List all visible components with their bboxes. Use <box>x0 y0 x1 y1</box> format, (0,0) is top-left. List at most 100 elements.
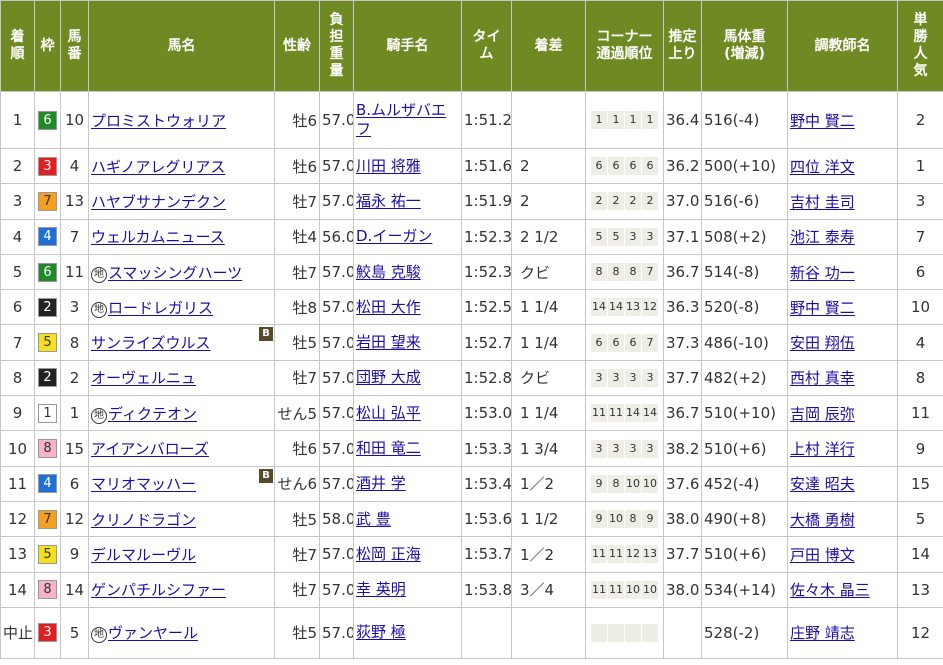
horse-name-link[interactable]: ゲンパチルシファー <box>91 581 226 599</box>
horse-name-link[interactable]: ハヤブサナンデクン <box>91 193 226 211</box>
horse-name-link[interactable]: スマッシングハーツ <box>108 264 242 282</box>
trainer-link[interactable]: 野中 賢二 <box>790 299 855 317</box>
corner-cell: 3333 <box>585 430 664 467</box>
margin-cell: 1／2 <box>511 536 586 573</box>
horse-name-cell: 地スマッシングハーツ <box>88 253 275 291</box>
trainer-link[interactable]: 四位 洋文 <box>790 158 855 176</box>
horse-name-cell: オーヴェルニュ <box>88 359 275 397</box>
frame-cell: 1 <box>34 395 61 432</box>
race-time: 1:53.6 <box>464 510 512 529</box>
trainer-link[interactable]: 庄野 靖志 <box>790 624 855 642</box>
jockey-link[interactable]: 川田 将雅 <box>356 157 421 175</box>
time-cell: 1:53.7 <box>461 536 512 573</box>
horse-name-link[interactable]: ヴァンヤール <box>108 624 198 642</box>
trainer-link[interactable]: 上村 洋行 <box>790 440 855 458</box>
trainer-cell: 戸田 博文 <box>787 536 898 573</box>
horse-name-link[interactable]: サンライズウルス <box>91 334 211 352</box>
trainer-link[interactable]: 西村 真幸 <box>790 369 855 387</box>
trainer-link[interactable]: 池江 泰寿 <box>790 228 855 246</box>
horse-name-cell: アイアンバローズ <box>88 430 275 467</box>
body-weight: 490(+8) <box>704 510 767 529</box>
table-row: 10 8 15 アイアンバローズ 牡6 57.0 和田 竜二 1:53.3 1 3/4 3 3 3 3 3… <box>0 430 943 467</box>
trainer-link[interactable]: 吉岡 辰弥 <box>790 405 855 423</box>
rank-value: 11 <box>7 474 28 493</box>
corner-positions: 5533 <box>588 227 661 246</box>
margin-cell: 1 1/4 <box>511 324 586 361</box>
jockey-link[interactable]: 鮫島 克駿 <box>356 263 421 281</box>
bodyweight-cell: 534(+14) <box>701 571 788 608</box>
horse-name-link[interactable]: ロードレガリス <box>108 299 213 317</box>
corner-position: 11 <box>591 545 607 564</box>
rank-cell: 9 <box>0 395 35 432</box>
corner-position: 3 <box>591 439 607 458</box>
trainer-link[interactable]: 吉村 圭司 <box>790 193 855 211</box>
jockey-link[interactable]: 酒井 学 <box>356 474 406 492</box>
table-row: 1 6 10 プロミストウォリア 牡6 57.0 B.ムルザバエフ 1:51.2 1 1 1 1 36.… <box>0 91 943 149</box>
trainer-link[interactable]: 安達 昭夫 <box>790 475 855 493</box>
trainer-link[interactable]: 新谷 功一 <box>790 264 855 282</box>
carried-weight: 57.0 <box>322 404 354 423</box>
jockey-link[interactable]: 松山 弘平 <box>356 404 421 422</box>
horse-name-link[interactable]: マリオマッハー <box>91 475 196 493</box>
sex-age: 牡7 <box>292 263 317 282</box>
jockey-link[interactable]: 松岡 正海 <box>356 545 421 563</box>
jockey-link[interactable]: D.イーガン <box>356 227 432 245</box>
horse-name-cell: 地ディクテオン <box>88 395 275 432</box>
trainer-link[interactable]: 戸田 博文 <box>790 546 855 564</box>
body-weight: 510(+10) <box>704 404 776 423</box>
popularity: 14 <box>910 545 931 564</box>
corner-position: 3 <box>608 368 624 387</box>
sex-age-cell: せん5 <box>274 395 320 432</box>
corner-position: 2 <box>608 192 624 211</box>
time-cell: 1:51.2 <box>461 91 512 149</box>
horse-number-cell: 9 <box>60 536 89 573</box>
trainer-link[interactable]: 野中 賢二 <box>790 112 855 130</box>
corner-position: 5 <box>608 227 624 246</box>
weight-cell: 57.0 <box>319 324 354 361</box>
rank-value: 中止 <box>3 624 34 643</box>
trainer-link[interactable]: 安田 翔伍 <box>790 334 855 352</box>
corner-position: 6 <box>625 333 641 352</box>
horse-name-link[interactable]: プロミストウォリア <box>91 112 226 130</box>
jockey-link[interactable]: 幸 英明 <box>356 580 406 598</box>
last-3f: 37.6 <box>666 474 700 493</box>
corner-cell: 1111 <box>585 91 664 149</box>
popularity: 15 <box>910 474 931 493</box>
margin-cell: 2 1/2 <box>511 218 586 255</box>
horse-name-link[interactable]: ハギノアレグリアス <box>91 158 225 176</box>
race-time: 1:51.9 <box>464 192 512 211</box>
jockey-link[interactable]: 団野 大成 <box>356 368 421 386</box>
frame-number-badge: 2 <box>38 297 57 317</box>
trainer-link[interactable]: 佐々木 晶三 <box>790 581 870 599</box>
jockey-link[interactable]: 福永 祐一 <box>356 192 421 210</box>
horse-name-link[interactable]: クリノドラゴン <box>91 511 196 529</box>
body-weight: 452(-4) <box>704 474 760 493</box>
horse-name-link[interactable]: ディクテオン <box>108 405 197 423</box>
last3f-cell: 37.7 <box>663 536 702 573</box>
jockey-link[interactable]: 荻野 極 <box>356 623 406 641</box>
time-cell: 1:52.7 <box>461 324 512 361</box>
jockey-link[interactable]: 松田 大作 <box>356 298 421 316</box>
corner-position: 14 <box>642 404 658 423</box>
last-3f: 36.2 <box>666 157 700 176</box>
corner-position: 8 <box>625 263 641 282</box>
rank-cell: 5 <box>0 253 35 291</box>
header-last3f-label: 推定 上り <box>668 29 697 62</box>
corner-position: 11 <box>591 404 607 423</box>
table-row: 9 1 1 地ディクテオン せん5 57.0 松山 弘平 1:53.0 1 1/4 11 11 14 1… <box>0 395 943 432</box>
table-row: 8 2 2 オーヴェルニュ 牡7 57.0 団野 大成 1:52.8 クビ 3 3 3 3 37.7 482… <box>0 359 943 397</box>
jockey-link[interactable]: 岩田 望来 <box>356 333 421 351</box>
jockey-link[interactable]: B.ムルザバエフ <box>356 101 446 138</box>
weight-cell: 57.0 <box>319 395 354 432</box>
horse-name-link[interactable]: ウェルカムニュース <box>91 228 225 246</box>
jockey-link[interactable]: 武 豊 <box>356 510 391 528</box>
horse-name-link[interactable]: オーヴェルニュ <box>91 369 196 387</box>
horse-number-cell: 2 <box>60 359 89 397</box>
horse-name-link[interactable]: デルマルーヴル <box>91 546 196 564</box>
last3f-cell: 36.3 <box>663 289 702 326</box>
horse-name-link[interactable]: アイアンバローズ <box>91 440 209 458</box>
corner-position: 9 <box>642 510 658 529</box>
trainer-link[interactable]: 大橋 勇樹 <box>790 511 855 529</box>
jockey-link[interactable]: 和田 竜二 <box>356 439 421 457</box>
corner-position: 6 <box>642 157 658 176</box>
